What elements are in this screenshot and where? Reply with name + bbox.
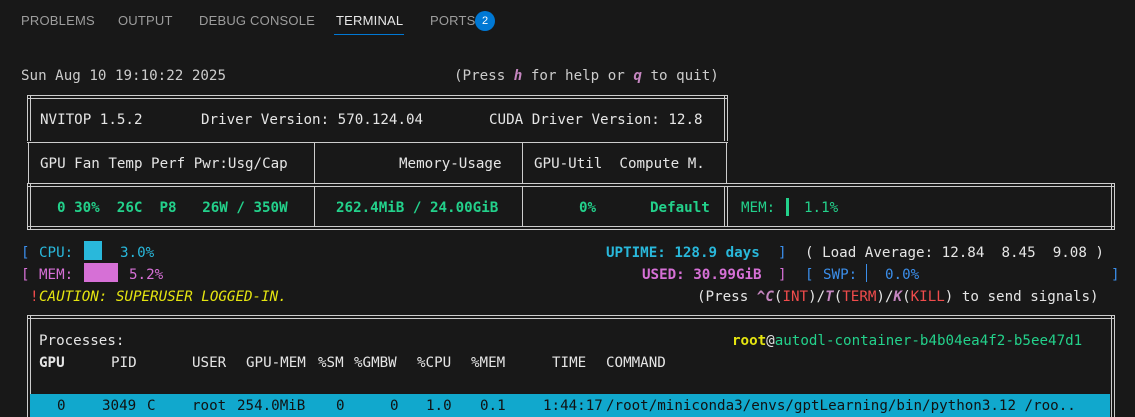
swap-label: SWP: [823, 267, 858, 283]
nvitop-version: NVITOP 1.5.2 [40, 112, 143, 128]
row-user: root [192, 398, 227, 414]
col-sm: %SM [318, 355, 344, 371]
sigint-key: ^C [756, 289, 774, 305]
mem-value: 5.2% [129, 267, 164, 283]
sigkill-key: K [893, 289, 903, 305]
datetime: Sun Aug 10 19:10:22 2025 [21, 68, 226, 84]
cpu-value: 3.0% [120, 245, 155, 261]
ports-count-badge: 2 [475, 11, 495, 31]
mem-label: MEM: [39, 267, 74, 283]
tab-debug-console[interactable]: DEBUG CONSOLE [199, 13, 315, 28]
table-row[interactable]: 0 3049 C root 254.0MiB 0 0 1.0 0.1 1:44:… [30, 394, 1110, 417]
cpu-label: CPU: [39, 245, 74, 261]
gpu-row-compute: Default [650, 200, 710, 216]
signal-hint: (Press ^C(INT)/T(TERM)/K(KILL) to send s… [697, 289, 1099, 305]
row-command: /root/miniconda3/envs/gptLearning/bin/py… [606, 398, 1076, 414]
sigterm-key: T [825, 289, 834, 305]
gpu-row-stats: 0 30% 26C P8 26W / 350W [57, 200, 288, 216]
swap-value: 0.0% [885, 267, 920, 283]
col-cpu: %CPU [417, 355, 452, 371]
col-user: USER [192, 355, 227, 371]
swap-bar [866, 264, 867, 282]
row-cpu: 1.0 [426, 398, 452, 414]
gpu-row-memory: 262.4MiB / 24.00GiB [336, 200, 499, 216]
row-sm: 0 [336, 398, 345, 414]
col-time: TIME [552, 355, 587, 371]
row-time: 1:44:17 [543, 398, 603, 414]
gpu-mem-value: 1.1% [804, 200, 839, 216]
col-pid: PID [111, 355, 137, 371]
tab-terminal[interactable]: TERMINAL [336, 13, 403, 28]
row-gmbw: 0 [390, 398, 399, 414]
gpu-header-left: GPU Fan Temp Perf Pwr:Usg/Cap [40, 156, 288, 172]
uptime: UPTIME: 128.9 days [606, 245, 760, 261]
load-average: ( Load Average: 12.84 8.45 9.08 ) [805, 245, 1104, 261]
caution-mark: ! [30, 289, 39, 305]
superuser-caution: CAUTION: SUPERUSER LOGGED-IN. [39, 289, 287, 305]
help-hint: (Press h for help or q to quit) [454, 68, 719, 84]
gpu-row-util: 0% [579, 200, 597, 216]
gpu-mem-label: MEM: [741, 200, 776, 216]
active-tab-indicator [334, 34, 404, 35]
mem-bar [84, 263, 118, 282]
col-gpu-mem: GPU-MEM [246, 355, 306, 371]
col-gpu: GPU [39, 355, 65, 371]
tab-output[interactable]: OUTPUT [118, 13, 173, 28]
row-pid: 3049 [102, 398, 137, 414]
mem-used: USED: 30.99GiB [642, 267, 762, 283]
row-mem: 0.1 [480, 398, 506, 414]
row-gpu: 0 [57, 398, 66, 414]
row-gpu-mem: 254.0MiB [237, 398, 306, 414]
col-gmbw: %GMBW [354, 355, 397, 371]
gpu-mem-bar [786, 198, 789, 216]
gpu-header-util: GPU-Util Compute M. [534, 156, 705, 172]
col-mem: %MEM [471, 355, 506, 371]
driver-version: Driver Version: 570.124.04 [201, 112, 424, 128]
tab-problems[interactable]: PROBLEMS [21, 13, 95, 28]
processes-title: Processes: [39, 333, 125, 349]
tab-ports[interactable]: PORTS [430, 13, 476, 28]
row-type: C [147, 398, 156, 414]
col-command: COMMAND [606, 355, 666, 371]
process-host: root@autodl-container-b4b04ea4f2-b5ee47d… [732, 333, 1083, 349]
quit-key: q [633, 68, 642, 84]
cuda-version: CUDA Driver Version: 12.8 [489, 112, 703, 128]
gpu-header-memory: Memory-Usage [399, 156, 502, 172]
panel-tab-bar: PROBLEMS OUTPUT DEBUG CONSOLE TERMINAL P… [0, 0, 1135, 42]
cpu-bar [84, 241, 102, 260]
